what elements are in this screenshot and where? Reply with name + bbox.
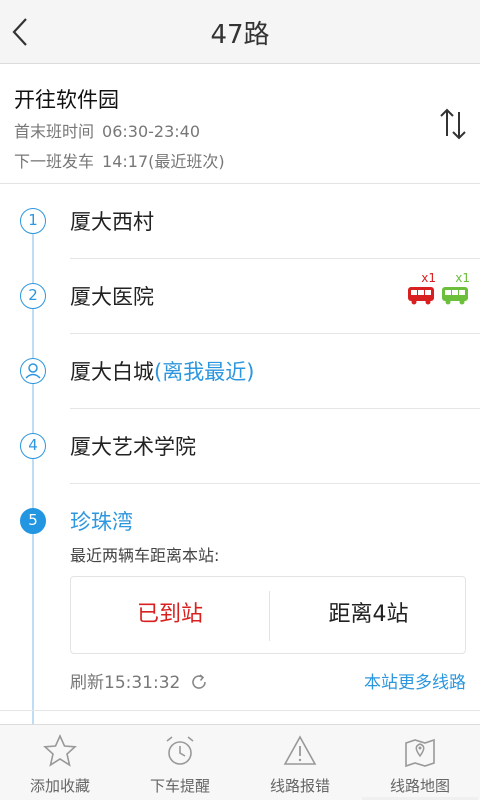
user-location-icon — [20, 358, 46, 384]
tab-label: 线路地图 — [389, 777, 450, 795]
nearest-note: (离我最近) — [154, 360, 255, 384]
first-last-time: 首末班时间 06:30-23:40 — [14, 118, 200, 142]
tab-alight-reminder[interactable]: 下车提醒 — [120, 725, 240, 800]
next-departure-value: 14:17(最近班次) — [102, 152, 225, 171]
stop-name: 厦大西村 — [70, 210, 154, 234]
tab-route-map[interactable]: 线路地图 — [360, 725, 480, 800]
header-bar: 47路 — [0, 0, 480, 64]
stop-name: 珍珠湾 — [70, 510, 133, 534]
list-item-partial — [0, 710, 480, 724]
first-last-label: 首末班时间 — [14, 122, 95, 141]
first-last-value: 06:30-23:40 — [102, 122, 201, 141]
bus-badge: x1 — [440, 271, 470, 307]
stop-item[interactable]: 1 厦大西村 — [0, 184, 480, 259]
direction-label: 开往软件园 — [14, 88, 119, 112]
bus-icon — [408, 287, 434, 305]
next-departure-label: 下一班发车 — [14, 152, 95, 171]
swap-arrows-icon — [440, 108, 466, 140]
stop-list: 1 厦大西村 2 厦大医院 x1 x1 厦大白城(离我最近) 4 厦大艺术学院 … — [0, 184, 480, 724]
tab-label: 线路报错 — [269, 777, 330, 795]
bus-badge: x1 — [406, 271, 436, 307]
stop-name: 厦大医院 — [70, 285, 154, 309]
tab-add-favorite[interactable]: 添加收藏 — [0, 725, 120, 800]
alarm-clock-icon — [166, 736, 194, 765]
bottom-tab-bar: 添加收藏 下车提醒 线路报错 线路地图 — [0, 724, 480, 800]
more-lines-link[interactable]: 本站更多线路 — [364, 668, 466, 693]
map-pin-icon — [405, 738, 435, 768]
refresh-time: 刷新15:31:32 — [70, 673, 181, 693]
stop-name-text: 厦大白城 — [70, 360, 154, 384]
next-departure: 下一班发车 14:17(最近班次) — [14, 148, 225, 172]
stop-number: 5 — [20, 508, 46, 534]
tab-label: 添加收藏 — [29, 777, 90, 795]
refresh-button[interactable]: 刷新15:31:32 — [70, 668, 208, 693]
bus-icon — [442, 287, 468, 305]
refresh-icon — [192, 674, 206, 689]
eta-panel: 已到站 距离4站 — [70, 576, 466, 654]
eta-subtitle: 最近两辆车距离本站: — [70, 546, 220, 565]
route-info: 开往软件园 首末班时间 06:30-23:40 下一班发车 14:17(最近班次) — [0, 64, 480, 184]
stop-item[interactable]: 2 厦大医院 x1 x1 — [0, 259, 480, 334]
stop-item[interactable]: 4 厦大艺术学院 — [0, 409, 480, 484]
swap-direction-button[interactable] — [438, 106, 468, 142]
stop-name: 厦大白城(离我最近) — [70, 356, 254, 386]
page-title: 47路 — [210, 20, 270, 50]
stop-name: 厦大艺术学院 — [70, 435, 196, 459]
stop-item[interactable]: 厦大白城(离我最近) — [0, 334, 480, 409]
eta-second-bus: 距离4站 — [328, 602, 409, 627]
warning-icon — [283, 735, 317, 765]
stop-number: 4 — [20, 433, 46, 459]
eta-first-bus: 已到站 — [136, 602, 203, 627]
tab-label: 下车提醒 — [149, 777, 210, 795]
tab-report-error[interactable]: 线路报错 — [240, 725, 360, 800]
stop-number: 1 — [20, 208, 46, 234]
star-icon — [43, 734, 77, 767]
stop-number: 2 — [20, 283, 46, 309]
